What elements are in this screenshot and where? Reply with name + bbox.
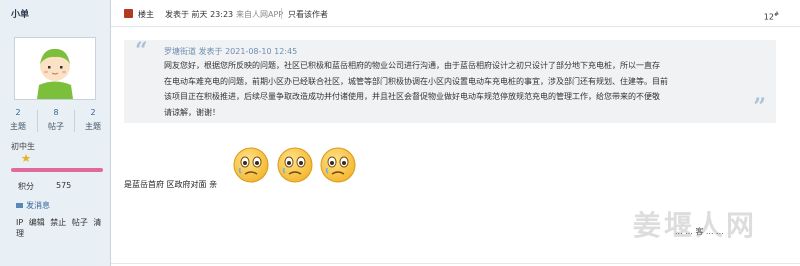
- stat-label: 主题: [85, 122, 101, 131]
- stat-label: 主题: [10, 122, 26, 131]
- post-header: 楼主 发表于 前天 23:23 来自人网APP 只看该作者 12#: [111, 0, 800, 27]
- divider: [111, 263, 800, 264]
- close-quote-icon: ”: [753, 94, 766, 120]
- star-icon: [21, 154, 31, 162]
- post-source[interactable]: 来自人网APP: [236, 9, 283, 20]
- stat-value: 2: [15, 108, 21, 117]
- floor-number[interactable]: 12#: [764, 11, 779, 22]
- crying-face-emoji: [319, 146, 357, 186]
- author-sidebar: 小单 2 主题 8 帖子 2 主题 初中生 积分 575 发消息 IP 编辑 禁…: [0, 0, 111, 266]
- avatar[interactable]: [14, 37, 96, 100]
- edit-link[interactable]: 编辑: [29, 218, 45, 227]
- rank-icons: [11, 153, 35, 165]
- author-role: 楼主: [138, 10, 154, 19]
- stat-label: 帖子: [48, 122, 64, 131]
- quote-line: 在电动车难充电的问题，前期小区办已经联合社区，城管等部门积极协调在小区内设置电动…: [164, 76, 668, 86]
- open-quote-icon: “: [135, 38, 148, 64]
- floor-value: 12: [763, 12, 774, 22]
- rank-progress-bar: [11, 168, 103, 172]
- only-author-link[interactable]: 只看该作者: [288, 9, 328, 20]
- ip-link[interactable]: IP: [16, 218, 23, 227]
- avatar-image: [15, 38, 95, 99]
- reply-text: 是蓝岳首府 区政府对面 亲: [124, 180, 218, 189]
- admin-actions: IP 编辑 禁止 帖子 清理: [16, 217, 110, 239]
- quote-block: “ 罗塘街道 发表于 2021-08-10 12:45 网友您好，根据您所反映的…: [124, 38, 776, 123]
- moon-icon: [13, 154, 17, 162]
- quote-time: 发表于 2021-08-10 12:45: [198, 47, 298, 56]
- author-stats: 2 主题 8 帖子 2 主题: [0, 108, 111, 134]
- online-status-icon: [124, 9, 133, 18]
- stat-posts[interactable]: 8 帖子: [38, 108, 74, 132]
- quote-line: 网友您好，根据您所反映的问题，社区已积极和蓝岳相府的物业公司进行沟通，由于蓝岳相…: [164, 61, 660, 70]
- envelope-icon: [16, 203, 23, 208]
- send-message-label: 发消息: [26, 201, 50, 210]
- quote-line: 请谅解，谢谢！: [164, 107, 220, 117]
- post-time: 发表于 前天 23:23: [165, 10, 234, 19]
- quote-line: 该项目正在积极推进，后续尽量争取改造成功并付诸使用，并且社区会督促物业做好电动车…: [164, 92, 660, 101]
- points-label: 积分: [18, 182, 34, 191]
- send-message-link[interactable]: 发消息: [16, 200, 50, 211]
- ban-link[interactable]: 禁止: [50, 218, 66, 227]
- site-watermark: 姜堰人网: [633, 209, 758, 242]
- stat-value: 2: [90, 108, 96, 117]
- post-actions[interactable]: ... ... 客 ... ...: [675, 226, 724, 237]
- quote-author[interactable]: 罗塘街道: [164, 47, 196, 56]
- stat-threads[interactable]: 2 主题: [0, 108, 36, 132]
- points-value: 575: [56, 181, 72, 190]
- floor-suffix: #: [773, 11, 779, 18]
- divider: [281, 8, 282, 19]
- posts-link[interactable]: 帖子: [72, 218, 88, 227]
- crying-face-emoji: [232, 146, 270, 186]
- user-rank: 初中生: [11, 142, 35, 151]
- quote-meta: 罗塘街道 发表于 2021-08-10 12:45: [164, 46, 297, 57]
- author-name[interactable]: 小单: [11, 7, 29, 20]
- stat-value: 8: [53, 108, 59, 117]
- quote-body: 网友您好，根据您所反映的问题，社区已积极和蓝岳相府的物业公司进行沟通，由于蓝岳相…: [164, 58, 759, 120]
- stat-topics[interactable]: 2 主题: [75, 108, 111, 132]
- crying-face-emoji: [276, 146, 314, 186]
